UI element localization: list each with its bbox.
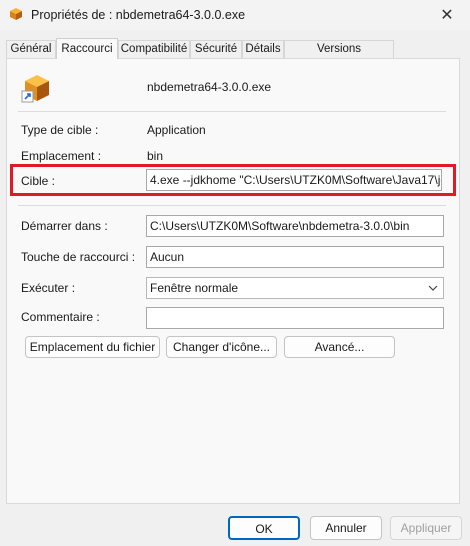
start-in-label: Démarrer dans : (21, 219, 108, 233)
location-label: Emplacement : (21, 149, 102, 163)
title-bar: Propriétés de : nbdemetra64-3.0.0.exe ✕ (0, 0, 470, 30)
advanced-button[interactable]: Avancé... (284, 336, 395, 358)
shortcut-filename: nbdemetra64-3.0.0.exe (147, 80, 272, 94)
comment-label: Commentaire : (21, 310, 100, 324)
tab-security[interactable]: Sécurité (190, 40, 242, 58)
divider (18, 205, 446, 206)
comment-input[interactable] (146, 307, 444, 329)
hotkey-label: Touche de raccourci : (21, 250, 136, 264)
close-button[interactable]: ✕ (424, 0, 470, 30)
open-file-location-button[interactable]: Emplacement du fichier (25, 336, 160, 358)
window-title: Propriétés de : nbdemetra64-3.0.0.exe (31, 8, 246, 22)
tab-shortcut[interactable]: Raccourci (56, 38, 118, 59)
start-in-input[interactable]: C:\Users\UTZK0M\Software\nbdemetra-3.0.0… (146, 215, 444, 237)
location-value: bin (147, 149, 164, 163)
tab-compatibility[interactable]: Compatibilité (118, 40, 190, 58)
target-type-value: Application (147, 123, 206, 137)
apply-button[interactable]: Appliquer (390, 516, 462, 540)
file-cube-icon (21, 75, 49, 103)
close-icon: ✕ (440, 7, 454, 24)
target-input[interactable]: 4.exe --jdkhome "C:\Users\UTZK0M\Softwar… (146, 169, 442, 191)
ok-button[interactable]: OK (228, 516, 300, 540)
run-select-value: Fenêtre normale (150, 281, 239, 295)
cancel-button[interactable]: Annuler (310, 516, 382, 540)
tab-general[interactable]: Général (6, 40, 56, 58)
divider (18, 111, 446, 112)
run-select[interactable]: Fenêtre normale (146, 277, 444, 299)
application-icon (10, 8, 22, 20)
tab-previous-versions[interactable]: Versions précédentes (284, 40, 394, 72)
change-icon-button[interactable]: Changer d'icône... (166, 336, 277, 358)
target-type-label: Type de cible : (21, 123, 99, 137)
run-label: Exécuter : (21, 281, 76, 295)
tab-details[interactable]: Détails (242, 40, 284, 58)
target-label: Cible : (21, 174, 56, 188)
chevron-down-icon (428, 285, 438, 291)
hotkey-input[interactable]: Aucun (146, 246, 444, 268)
